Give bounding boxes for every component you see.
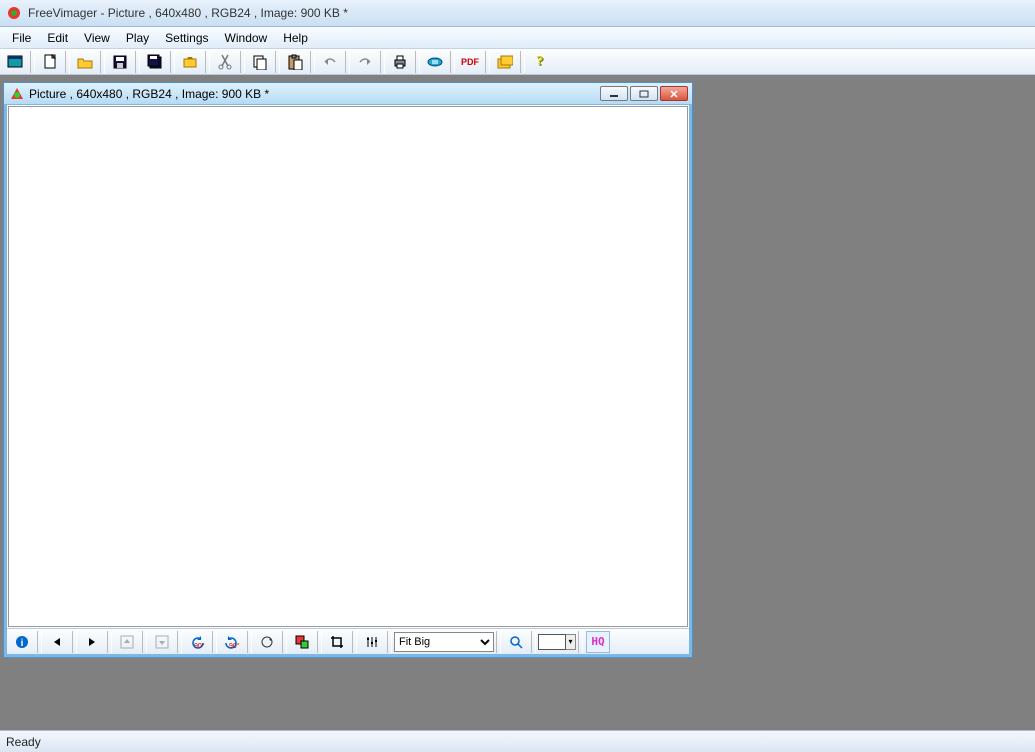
- separator: [387, 631, 392, 653]
- separator: [72, 631, 77, 653]
- app-title: FreeVimager - Picture , 640x480 , RGB24 …: [28, 6, 1029, 20]
- menu-settings[interactable]: Settings: [157, 29, 216, 47]
- separator: [282, 631, 287, 653]
- color-swatch: [538, 634, 566, 650]
- separator: [107, 631, 112, 653]
- close-button[interactable]: [660, 86, 688, 101]
- window-controls: [600, 86, 688, 101]
- info-button[interactable]: i: [10, 631, 34, 653]
- statusbar: Ready: [0, 730, 1035, 752]
- child-window: Picture , 640x480 , RGB24 , Image: 900 K…: [4, 83, 692, 657]
- separator: [485, 51, 490, 73]
- minimize-button[interactable]: [600, 86, 628, 101]
- new-button[interactable]: [38, 51, 62, 73]
- undo-button[interactable]: [318, 51, 342, 73]
- slideshow-button[interactable]: [493, 51, 517, 73]
- menu-play[interactable]: Play: [118, 29, 157, 47]
- menu-view[interactable]: View: [76, 29, 118, 47]
- next-button[interactable]: [80, 631, 104, 653]
- acquire-button[interactable]: [178, 51, 202, 73]
- titlebar: FreeVimager - Picture , 640x480 , RGB24 …: [0, 0, 1035, 27]
- child-titlebar[interactable]: Picture , 640x480 , RGB24 , Image: 900 K…: [4, 83, 692, 105]
- separator: [415, 51, 420, 73]
- chevron-down-icon: ▾: [566, 634, 576, 650]
- menubar: File Edit View Play Settings Window Help: [0, 27, 1035, 49]
- pdf-button[interactable]: PDF: [458, 51, 482, 73]
- svg-text:90°: 90°: [229, 642, 240, 649]
- mdi-area: Picture , 640x480 , RGB24 , Image: 900 K…: [0, 75, 1035, 730]
- svg-text:i: i: [21, 638, 24, 649]
- fullscreen-button[interactable]: [3, 51, 27, 73]
- hq-toggle-button[interactable]: HQ: [586, 631, 610, 653]
- separator: [240, 51, 245, 73]
- rotate-free-button[interactable]: [255, 631, 279, 653]
- child-title: Picture , 640x480 , RGB24 , Image: 900 K…: [29, 87, 596, 101]
- save-button[interactable]: [108, 51, 132, 73]
- separator: [205, 51, 210, 73]
- separator: [135, 51, 140, 73]
- menu-file[interactable]: File: [4, 29, 39, 47]
- menu-edit[interactable]: Edit: [39, 29, 76, 47]
- app-icon: [6, 5, 22, 21]
- separator: [450, 51, 455, 73]
- up-button[interactable]: [115, 631, 139, 653]
- separator: [520, 51, 525, 73]
- separator: [247, 631, 252, 653]
- separator: [496, 631, 501, 653]
- open-button[interactable]: [73, 51, 97, 73]
- separator: [352, 631, 357, 653]
- separator: [531, 631, 536, 653]
- levels-button[interactable]: [360, 631, 384, 653]
- paste-button[interactable]: [283, 51, 307, 73]
- prev-button[interactable]: [45, 631, 69, 653]
- crop-button[interactable]: [325, 631, 349, 653]
- redo-button[interactable]: [353, 51, 377, 73]
- separator: [177, 631, 182, 653]
- separator: [142, 631, 147, 653]
- image-canvas[interactable]: [8, 106, 688, 627]
- rotate-ccw-button[interactable]: 90°: [185, 631, 209, 653]
- main-toolbar: PDF ?: [0, 49, 1035, 75]
- saveall-button[interactable]: [143, 51, 167, 73]
- separator: [578, 631, 583, 653]
- zoom-tool-button[interactable]: [504, 631, 528, 653]
- separator: [275, 51, 280, 73]
- svg-text:90°: 90°: [194, 642, 205, 649]
- print-button[interactable]: [388, 51, 412, 73]
- copy-button[interactable]: [248, 51, 272, 73]
- maximize-button[interactable]: [630, 86, 658, 101]
- separator: [37, 631, 42, 653]
- status-text: Ready: [6, 735, 41, 749]
- rotate-cw-button[interactable]: 90°: [220, 631, 244, 653]
- separator: [317, 631, 322, 653]
- separator: [30, 51, 35, 73]
- cut-button[interactable]: [213, 51, 237, 73]
- menu-help[interactable]: Help: [275, 29, 316, 47]
- zoom-mode-select[interactable]: Fit Big: [394, 632, 494, 652]
- child-toolbar: i 90° 90° Fit Big: [7, 628, 689, 654]
- separator: [310, 51, 315, 73]
- separator: [212, 631, 217, 653]
- separator: [100, 51, 105, 73]
- child-window-icon: [10, 87, 24, 101]
- separator: [380, 51, 385, 73]
- menu-window[interactable]: Window: [217, 29, 276, 47]
- help-button[interactable]: ?: [528, 51, 552, 73]
- scan-button[interactable]: [423, 51, 447, 73]
- down-button[interactable]: [150, 631, 174, 653]
- bgcolor-picker[interactable]: ▾: [538, 634, 576, 650]
- separator: [170, 51, 175, 73]
- separator: [65, 51, 70, 73]
- hq-label: HQ: [591, 635, 604, 648]
- resize-button[interactable]: [290, 631, 314, 653]
- separator: [345, 51, 350, 73]
